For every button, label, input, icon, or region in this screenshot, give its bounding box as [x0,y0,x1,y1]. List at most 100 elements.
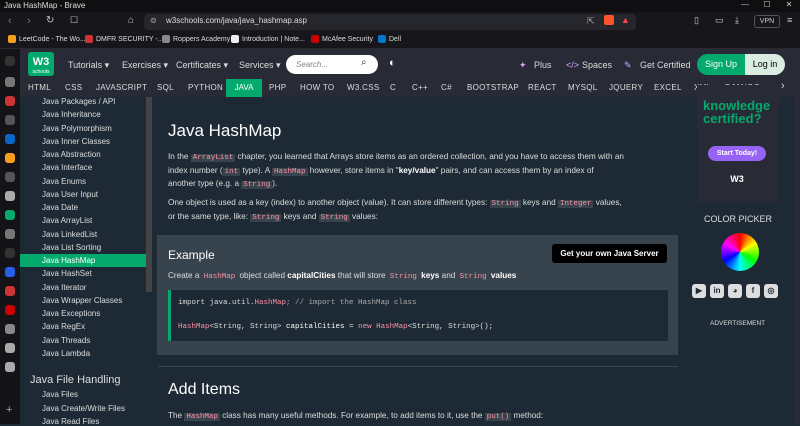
tab-javascript[interactable]: JAVASCRIPT [96,79,147,97]
sidebar-item[interactable]: Java Files [42,390,78,399]
sidebar-app-icon[interactable] [5,210,15,220]
tab-w3css[interactable]: W3.CSS [347,79,379,97]
code-block[interactable] [168,290,668,341]
menu-icon[interactable]: ≡ [787,15,792,25]
close-icon[interactable]: ✕ [778,0,800,12]
sidebar-item[interactable]: Java Iterator [42,283,86,292]
start-today-button[interactable]: Start Today! [708,146,766,161]
sidebar-item[interactable]: Java Inheritance [42,110,101,119]
bookmark-item[interactable]: LeetCode - The Wo... [8,35,86,43]
maximize-icon[interactable]: ☐ [756,0,778,12]
sidebar-item[interactable]: Java Create/Write Files [42,404,125,413]
facebook-icon[interactable]: f [746,284,760,298]
get-certified-link[interactable]: Get Certified [640,60,691,70]
sidebar-app-icon[interactable] [5,305,15,315]
tab-mysql[interactable]: MYSQL [568,79,598,97]
sidebar-item[interactable]: Java List Sorting [42,243,101,252]
services-menu[interactable]: Services ▾ [239,60,281,71]
minimize-icon[interactable]: — [734,0,756,12]
bookmark-icon[interactable]: ☐ [70,15,78,26]
sidebar-item[interactable]: Java Abstraction [42,150,101,159]
color-wheel-icon[interactable] [721,233,759,271]
sidebar-item[interactable]: Java HashSet [42,269,92,278]
tab-excel[interactable]: EXCEL [654,79,682,97]
tab-html[interactable]: HTML [28,79,51,97]
tab-python[interactable]: PYTHON [188,79,223,97]
page-scrollbar[interactable] [794,79,800,424]
tab-css[interactable]: CSS [65,79,82,97]
tab-howto[interactable]: HOW TO [300,79,334,97]
home-icon[interactable]: ⌂ [128,15,134,26]
signup-button[interactable]: Sign Up [697,54,745,75]
download-icon[interactable]: ⤓ [735,15,739,26]
tab-php[interactable]: PHP [269,79,286,97]
vpn-button[interactable]: VPN [754,15,780,28]
sidebar-item[interactable]: Java Threads [42,336,90,345]
dark-mode-icon[interactable]: ◐ [389,57,396,69]
reload-icon[interactable]: ↻ [46,15,54,26]
tab-c[interactable]: C [390,79,396,97]
youtube-icon[interactable]: ▶ [692,284,706,298]
tab-jquery[interactable]: JQUERY [609,79,643,97]
sidebar-app-icon[interactable] [5,56,15,66]
sidebar-app-icon[interactable] [5,134,15,144]
sidebar-item[interactable]: Java Date [42,203,78,212]
sidebar-app-icon[interactable] [5,153,15,163]
url-text[interactable]: w3schools.com/java/java_hashmap.asp [166,16,307,25]
sidebar-item[interactable]: Java Polymorphism [42,124,112,133]
tab-c#[interactable]: C# [441,79,452,97]
tutorials-menu[interactable]: Tutorials ▾ [68,60,109,71]
back-icon[interactable]: ‹ [8,15,12,27]
share-icon[interactable]: ⇱ [587,16,595,27]
exercises-menu[interactable]: Exercises ▾ [122,60,168,71]
sidebar-app-icon[interactable] [5,115,15,125]
sidebar-app-icon[interactable] [5,286,15,296]
tab-sql[interactable]: SQL [157,79,174,97]
sidebar-app-icon[interactable] [5,248,15,258]
brave-shields-icon[interactable] [604,15,614,25]
bookmark-item[interactable]: Introduction | Note... [231,35,305,43]
bookmark-item[interactable]: McAfee Security [311,35,373,43]
certificates-menu[interactable]: Certificates ▾ [176,60,228,71]
sidebar-item[interactable]: Java Exceptions [42,309,100,318]
instagram-icon[interactable]: ◎ [764,284,778,298]
sidebar-toggle-icon[interactable]: ▯ [694,15,699,26]
bookmark-item[interactable]: DMFR SECURITY -... [85,35,164,43]
sidebar-item[interactable]: Java Read Files [42,417,99,426]
forward-icon[interactable]: › [27,15,31,27]
tab-react[interactable]: REACT [528,79,557,97]
tab-java[interactable]: JAVA [226,79,262,97]
sidebar-app-icon[interactable] [5,96,15,106]
sidebar-item[interactable]: Java Packages / API [42,97,115,106]
sidebar-item[interactable]: Java Enums [42,177,86,186]
sidebar-app-icon[interactable] [5,77,15,87]
linkedin-icon[interactable]: in [710,284,724,298]
get-java-server-button[interactable]: Get your own Java Server [552,244,667,263]
sidebar-item[interactable]: Java LinkedList [42,230,97,239]
spaces-link[interactable]: Spaces [582,60,612,70]
brave-rewards-icon[interactable]: ▲ [621,15,630,25]
sidebar-item[interactable]: Java Inner Classes [42,137,110,146]
sidebar-item[interactable]: Java HashMap [42,256,95,265]
search-icon[interactable]: ⌕ [361,57,367,68]
tab-bootstrap[interactable]: BOOTSTRAP [467,79,519,97]
sidebar-app-icon[interactable] [5,362,15,372]
sidebar-app-icon[interactable] [5,324,15,334]
sidebar-app-icon[interactable] [5,343,15,353]
site-info-icon[interactable]: ⊜ [150,16,157,25]
sidebar-app-icon[interactable] [5,172,15,182]
tab-c++[interactable]: C++ [412,79,428,97]
sidebar-app-icon[interactable] [5,267,15,277]
sidebar-item[interactable]: Java Wrapper Classes [42,296,122,305]
login-button[interactable]: Log in [745,54,785,75]
sidebar-item[interactable]: Java User Input [42,190,98,199]
discord-icon[interactable]: ◕ [728,284,742,298]
sidebar-item[interactable]: Java RegEx [42,322,85,331]
sidebar-item[interactable]: Java Lambda [42,349,90,358]
nav-scroll-right-icon[interactable]: › [781,80,785,92]
plus-link[interactable]: Plus [534,60,552,70]
wallet-icon[interactable]: ▭ [715,15,724,26]
sidebar-app-icon[interactable] [5,191,15,201]
sidebar-item[interactable]: Java Interface [42,163,92,172]
bookmark-item[interactable]: Dell [378,35,401,43]
